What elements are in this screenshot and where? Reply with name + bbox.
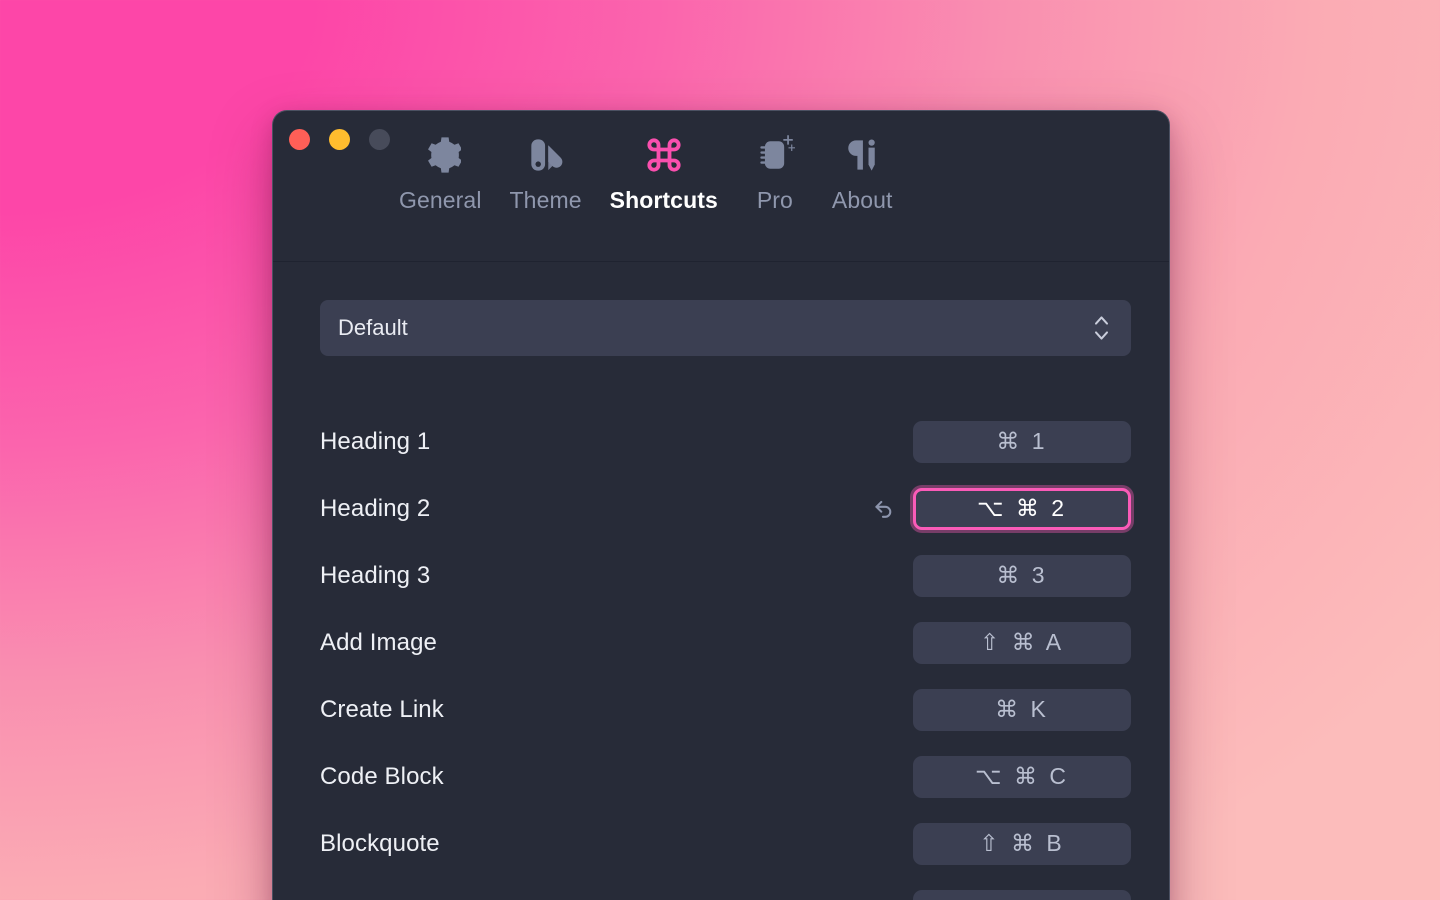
tab-general[interactable]: General — [385, 133, 496, 214]
gear-icon — [419, 133, 462, 177]
pilcrow-pen-icon — [840, 133, 884, 177]
shortcut-key-recorder[interactable]: ⌘ K — [913, 688, 1131, 731]
shortcut-row: Heading 2 ⌥ ⌘ 2 — [320, 475, 1131, 542]
preferences-window: General Theme Shortcuts Pro About Defaul… — [272, 110, 1170, 900]
shortcut-list: Heading 1 ⌘ 1 Heading 2 ⌥ ⌘ 2 Heading 3 ⌘ 3 Ad… — [320, 408, 1131, 900]
shortcut-action-label: Code Block — [320, 762, 444, 790]
close-window-button[interactable] — [289, 129, 310, 150]
notebook-plus-icon — [753, 133, 797, 177]
tab-shortcuts[interactable]: Shortcuts — [596, 133, 732, 214]
command-icon — [642, 133, 686, 177]
shortcuts-panel: Default Heading 1 ⌘ 1 Heading 2 ⌥ ⌘ 2 Headin… — [273, 262, 1169, 900]
minimize-window-button[interactable] — [329, 129, 350, 150]
shortcut-action-label: Blockquote — [320, 829, 440, 857]
shortcut-action-label: Heading 2 — [320, 494, 431, 522]
traffic-light-controls — [289, 129, 390, 150]
tab-pro[interactable]: Pro — [732, 133, 818, 214]
shortcut-key-recorder[interactable]: ⌘ 3 — [913, 554, 1131, 597]
palette-icon — [524, 133, 568, 177]
shortcut-row: Blockquote ⇧ ⌘ B — [320, 810, 1131, 877]
shortcut-key-recorder[interactable]: ⌥ ⌘ 2 — [913, 487, 1131, 530]
shortcut-action-label: Heading 3 — [320, 561, 431, 589]
tab-shortcuts-label: Shortcuts — [609, 187, 718, 213]
shortcut-action-label: Heading 1 — [320, 427, 431, 455]
shortcut-row: Create Link ⌘ K — [320, 676, 1131, 743]
preset-select[interactable]: Default — [320, 300, 1131, 356]
shortcut-action-label: Create Link — [320, 695, 444, 723]
tab-theme[interactable]: Theme — [496, 133, 596, 214]
chevron-updown-icon — [1093, 315, 1110, 341]
shortcut-key-recorder[interactable]: ⌘ 1 — [913, 420, 1131, 463]
tab-general-label: General — [399, 187, 482, 213]
tab-about-label: About — [831, 187, 893, 213]
tab-pro-label: Pro — [756, 187, 793, 213]
shortcut-key-recorder[interactable]: ⌥ ⌘ C — [913, 755, 1131, 798]
shortcut-key-recorder[interactable]: ⇧ ⌘ B — [913, 822, 1131, 865]
tab-about[interactable]: About — [818, 133, 907, 214]
tab-theme-label: Theme — [509, 187, 582, 213]
shortcut-key-recorder[interactable]: ⇧ ⌘ A — [913, 621, 1131, 664]
undo-arrow-icon[interactable] — [867, 496, 901, 522]
toolbar-tabs: General Theme Shortcuts Pro About — [385, 133, 906, 214]
window-toolbar: General Theme Shortcuts Pro About — [273, 111, 1169, 262]
shortcut-key-recorder[interactable] — [913, 889, 1131, 900]
shortcut-row — [320, 877, 1131, 900]
shortcut-row: Heading 1 ⌘ 1 — [320, 408, 1131, 475]
preset-select-value: Default — [338, 315, 408, 340]
shortcut-row: Add Image ⇧ ⌘ A — [320, 609, 1131, 676]
shortcut-row: Heading 3 ⌘ 3 — [320, 542, 1131, 609]
shortcut-row: Code Block ⌥ ⌘ C — [320, 743, 1131, 810]
shortcut-action-label: Add Image — [320, 628, 437, 656]
